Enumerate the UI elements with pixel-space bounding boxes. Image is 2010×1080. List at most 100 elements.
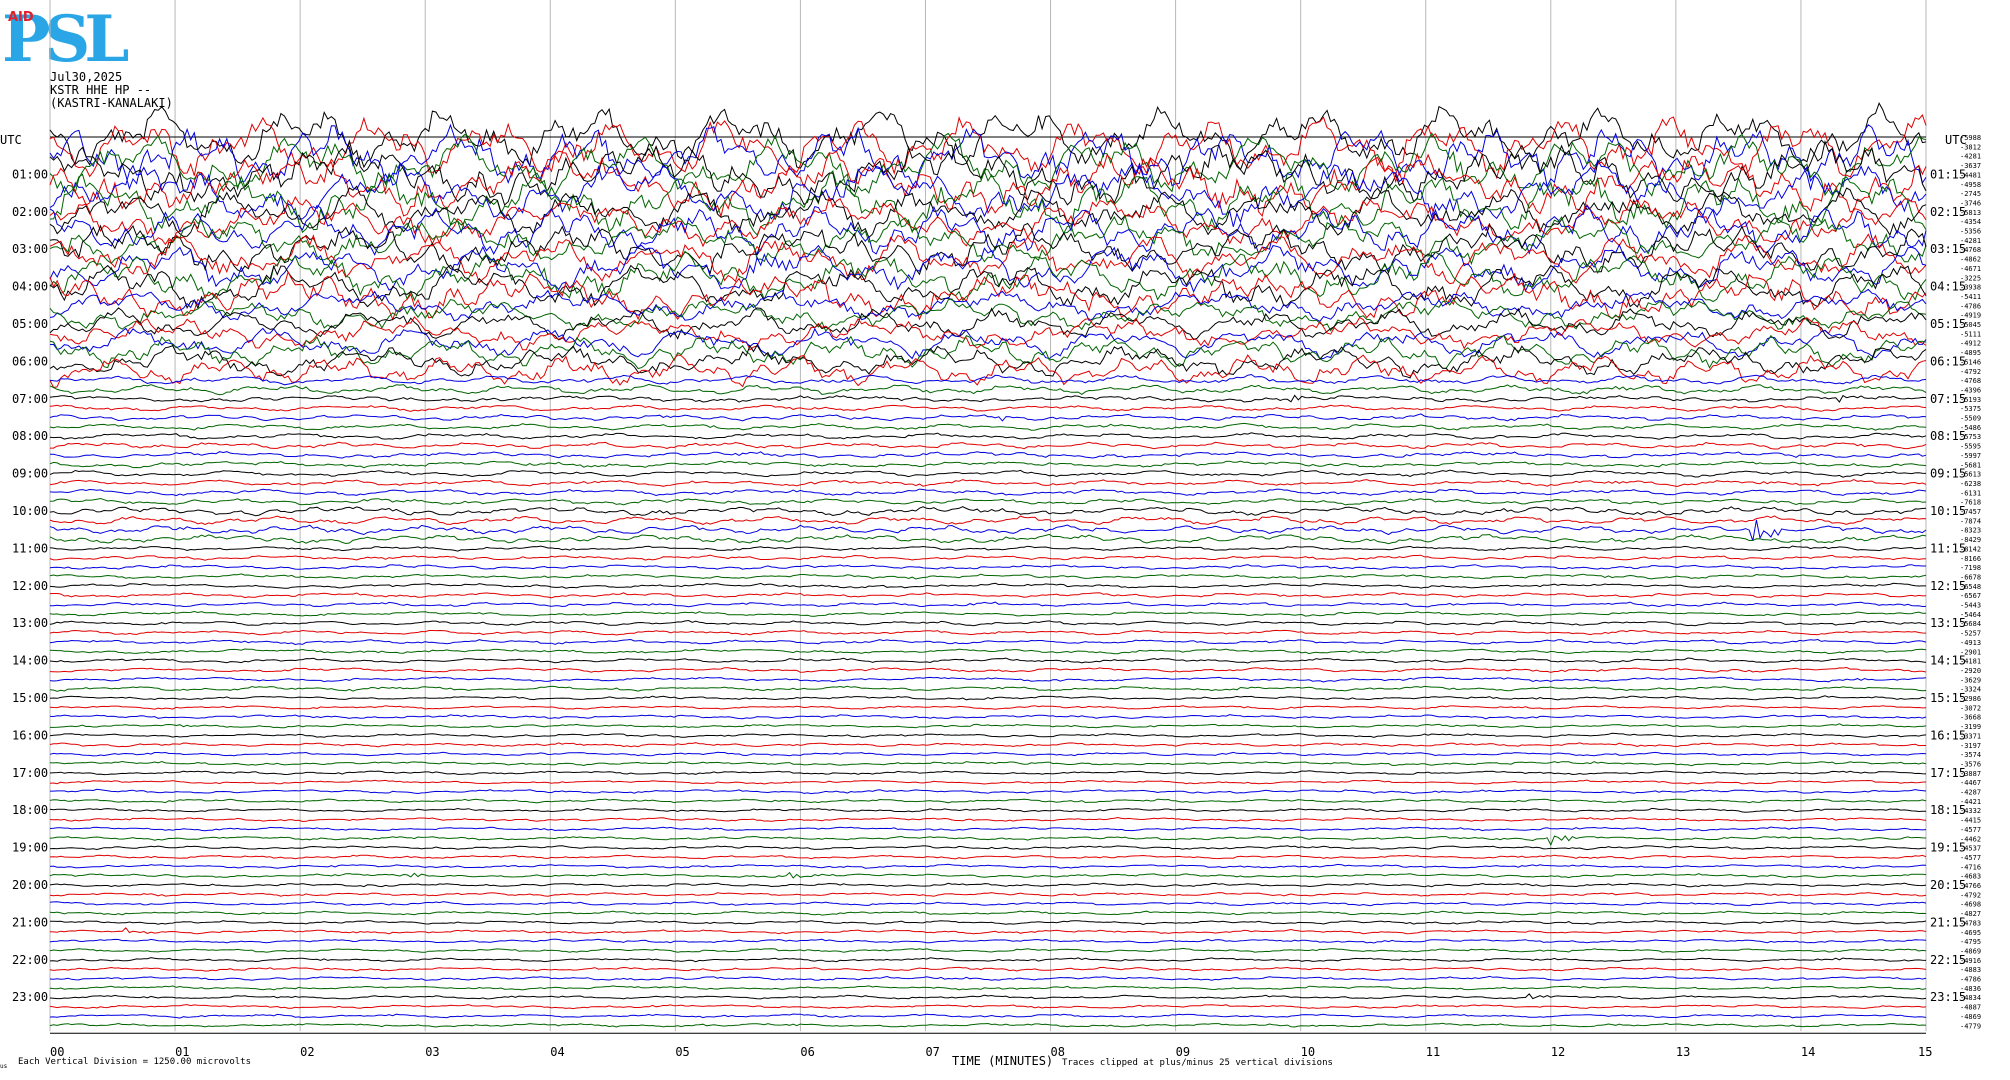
hour-label-left: 16:00 — [12, 728, 48, 742]
hour-label-left: 08:00 — [12, 429, 48, 443]
hour-label-left: 15:00 — [12, 691, 48, 705]
seismic-trace — [49, 629, 1927, 636]
seismic-trace — [49, 344, 1927, 379]
seismic-trace — [49, 582, 1926, 589]
trace-offset-label: -5997 — [1960, 452, 1981, 460]
seismic-trace — [49, 685, 1927, 692]
seismic-trace — [49, 695, 1927, 701]
seismic-trace — [49, 666, 1927, 673]
hour-label-left: 11:00 — [12, 541, 48, 555]
hour-label-left: 07:00 — [12, 392, 48, 406]
trace-offset-label: -4415 — [1960, 817, 1981, 825]
trace-offset-label: -8166 — [1960, 555, 1981, 563]
seismic-trace — [49, 901, 1927, 907]
x-tick-label: 15 — [1918, 1045, 1932, 1059]
trace-offset-label: -4958 — [1960, 181, 1981, 189]
trace-offset-label: -4887 — [1960, 1004, 1981, 1012]
clip-note: Traces clipped at plus/minus 25 vertical… — [1062, 1058, 1333, 1068]
seismic-trace — [49, 404, 1927, 412]
trace-offset-label: -5443 — [1960, 602, 1981, 610]
x-tick-label: 02 — [300, 1045, 314, 1059]
seismic-trace — [49, 985, 1927, 991]
hour-label-right: 17:15 — [1930, 766, 1966, 780]
trace-offset-label: -6238 — [1960, 480, 1981, 488]
trace-offset-label: -7198 — [1960, 564, 1981, 572]
trace-offset-label: -3197 — [1960, 742, 1981, 750]
trace-offset-label: -5356 — [1960, 228, 1981, 236]
helicorder-plot: 00 01 02 03 04 05 06 07 08 09 10 11 12 13 14 15-5988-38… — [0, 0, 1981, 1070]
seismic-trace — [49, 714, 1927, 720]
seismic-trace — [49, 993, 1927, 1000]
seismic-trace — [49, 826, 1927, 832]
x-tick-label: 07 — [925, 1045, 939, 1059]
x-tick-label: 04 — [550, 1045, 564, 1059]
seismic-trace — [49, 910, 1927, 916]
trace-offset-label: -5375 — [1960, 405, 1981, 413]
seismic-trace — [49, 488, 1927, 497]
hour-label-left: 14:00 — [12, 654, 48, 668]
x-tick-label: 11 — [1426, 1045, 1440, 1059]
trace-offset-label: -4779 — [1960, 1022, 1981, 1030]
hour-label-left: 23:00 — [12, 990, 48, 1004]
hour-label-left: 22:00 — [12, 953, 48, 967]
hour-label-right: 11:15 — [1930, 541, 1966, 555]
hour-label-left: 04:00 — [12, 280, 48, 294]
hour-label-right: 03:15 — [1930, 242, 1966, 256]
seismic-trace — [49, 835, 1927, 847]
seismic-trace — [49, 619, 1927, 627]
seismic-trace — [49, 469, 1927, 478]
trace-offset-label: -4792 — [1960, 891, 1981, 899]
trace-offset-label: -4768 — [1960, 377, 1981, 385]
hour-label-left: 13:00 — [12, 616, 48, 630]
x-tick-label: 03 — [425, 1045, 439, 1059]
trace-offset-label: -3629 — [1960, 676, 1981, 684]
hour-label-right: 19:15 — [1930, 841, 1966, 855]
trace-offset-label: -4786 — [1960, 302, 1981, 310]
seismic-trace — [49, 751, 1927, 757]
seismic-trace — [49, 451, 1927, 459]
trace-offset-label: -7874 — [1960, 517, 1981, 525]
seismic-trace — [49, 742, 1926, 748]
trace-offset-label: -2920 — [1960, 667, 1981, 675]
seismic-trace — [49, 554, 1927, 561]
trace-offset-label: -4786 — [1960, 976, 1981, 984]
seismic-trace — [49, 676, 1927, 683]
trace-offset-label: -6131 — [1960, 489, 1981, 497]
trace-offset-label: -4467 — [1960, 779, 1981, 787]
seismic-trace — [50, 788, 1927, 795]
x-tick-label: 09 — [1176, 1045, 1190, 1059]
seismic-trace — [49, 816, 1927, 823]
hour-label-left: 18:00 — [12, 803, 48, 817]
trace-offset-label: -4792 — [1960, 368, 1981, 376]
utc-label-right: UTC — [1945, 133, 1967, 147]
hour-label-left: 21:00 — [12, 915, 48, 929]
trace-offset-label: -4716 — [1960, 863, 1981, 871]
seismic-trace — [49, 732, 1927, 738]
seismic-trace — [49, 601, 1927, 608]
hour-label-left: 19:00 — [12, 841, 48, 855]
trace-offset-label: -4577 — [1960, 854, 1981, 862]
seismic-trace — [49, 515, 1927, 526]
hour-label-left: 20:00 — [12, 878, 48, 892]
trace-offset-label: -5111 — [1960, 330, 1981, 338]
trace-offset-label: -3072 — [1960, 704, 1981, 712]
seismic-trace — [49, 871, 1927, 879]
trace-offset-label: -4695 — [1960, 929, 1981, 937]
trace-offset-label: -4869 — [1960, 1013, 1981, 1021]
seismic-trace — [49, 394, 1927, 403]
seismic-trace — [49, 863, 1927, 869]
seismic-trace — [50, 441, 1927, 450]
trace-offset-label: -4862 — [1960, 256, 1981, 264]
trace-offset-label: -4913 — [1960, 639, 1981, 647]
seismic-trace — [49, 1004, 1927, 1010]
hour-label-right: 15:15 — [1930, 691, 1966, 705]
seismic-trace — [50, 723, 1927, 729]
trace-offset-label: -4287 — [1960, 789, 1981, 797]
hour-label-left: 02:00 — [12, 205, 48, 219]
x-tick-label: 05 — [675, 1045, 689, 1059]
seismic-trace — [49, 705, 1927, 710]
seismic-trace — [49, 798, 1927, 804]
seismic-trace — [49, 610, 1926, 617]
seismic-trace — [49, 592, 1927, 599]
trace-offset-label: -3668 — [1960, 714, 1981, 722]
